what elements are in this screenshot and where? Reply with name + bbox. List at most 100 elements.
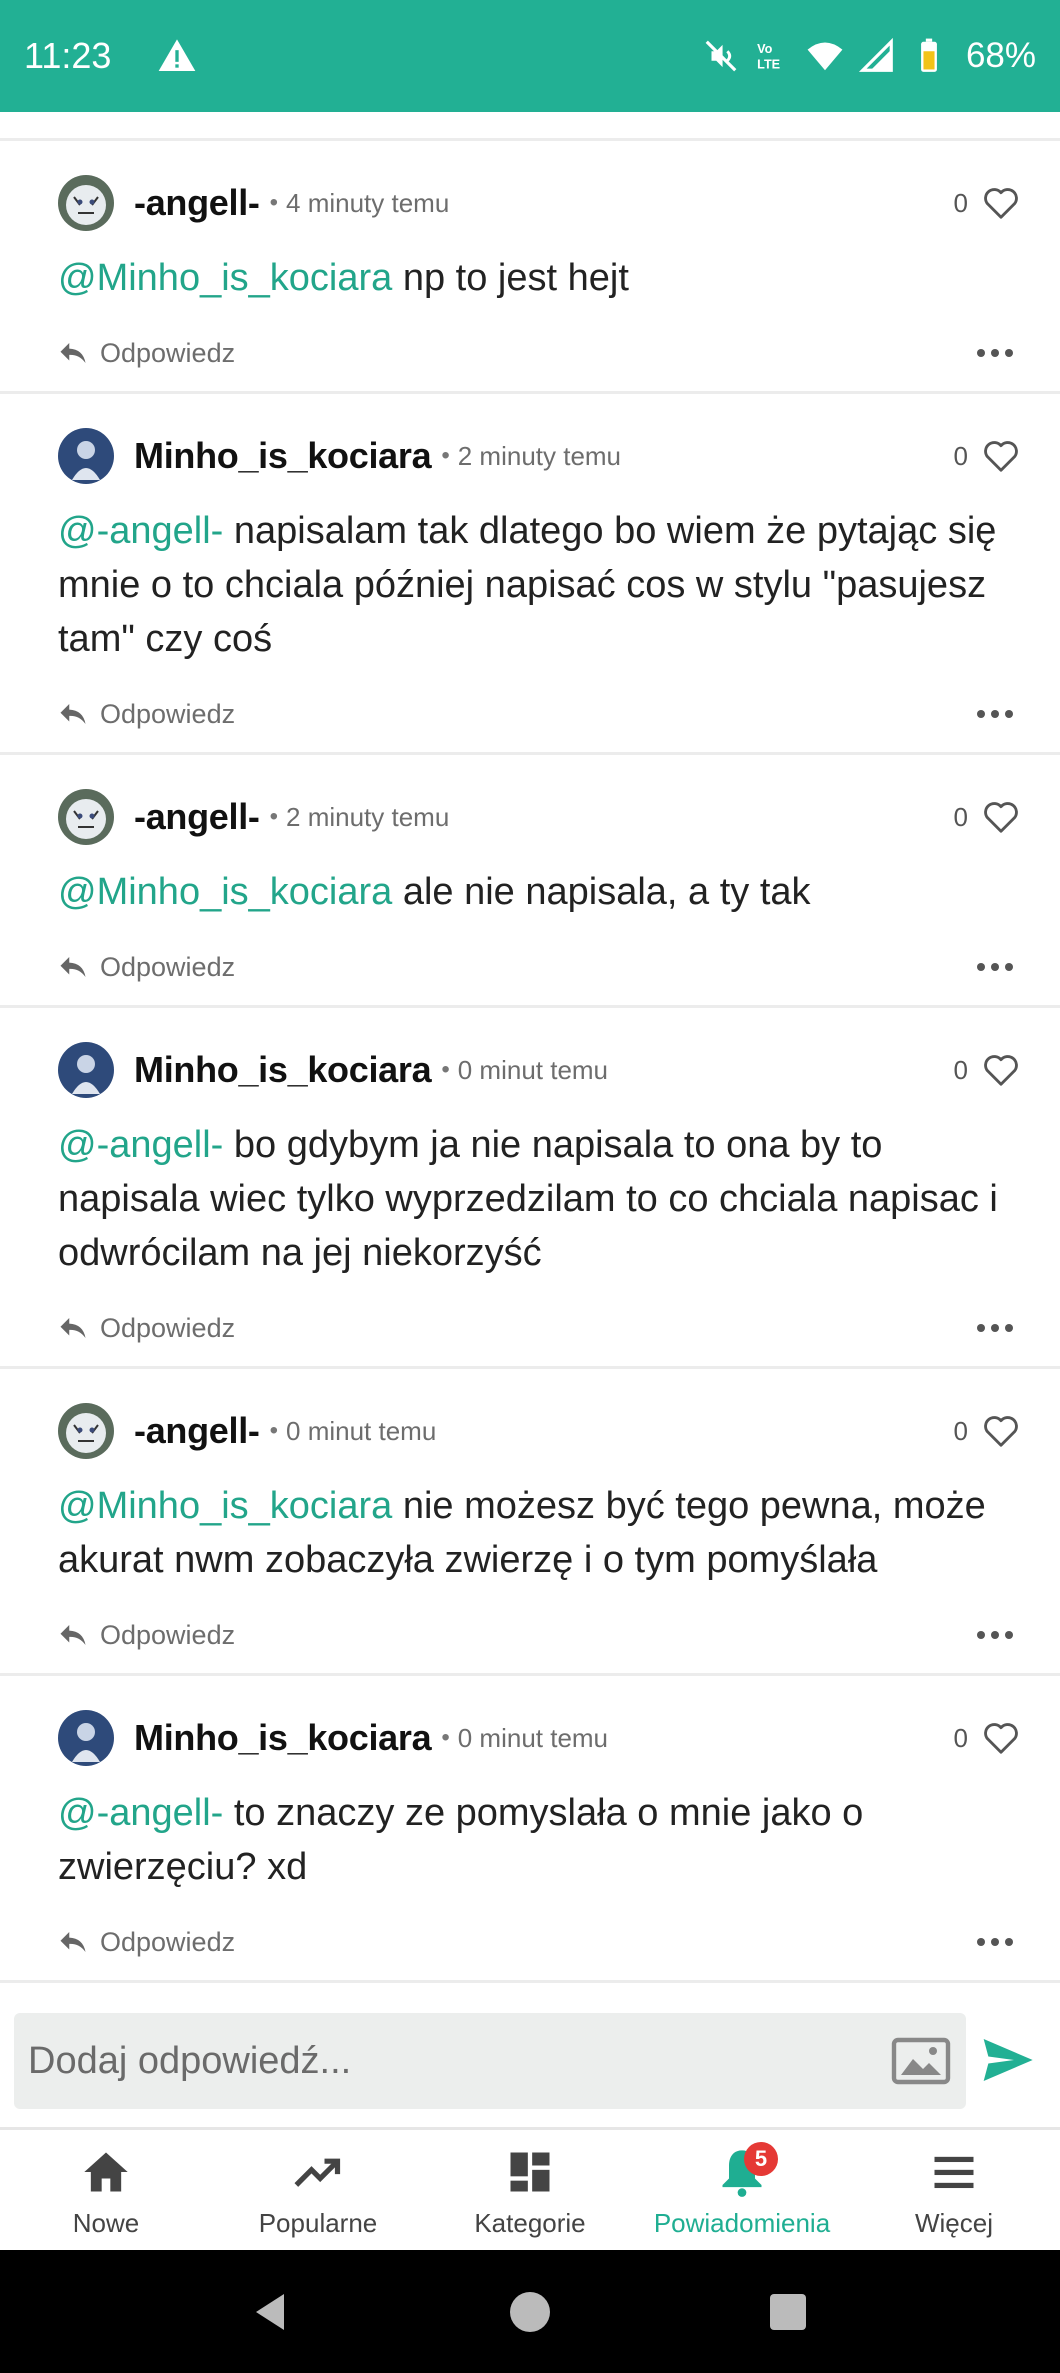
battery-icon bbox=[921, 38, 937, 72]
home-circle-icon[interactable] bbox=[506, 2288, 554, 2336]
comment-text: @-angell- napisalam tak dlatego bo wiem … bbox=[58, 510, 997, 660]
nav-item-kategorie[interactable]: Kategorie bbox=[424, 2130, 636, 2249]
nav-label: Powiadomienia bbox=[653, 2208, 831, 2238]
reply-icon[interactable] bbox=[58, 1315, 88, 1341]
comment-time: 0 minut temu bbox=[457, 1722, 609, 1753]
figure-avatar[interactable] bbox=[58, 428, 114, 484]
comment-text: @Minho_is_kociara np to jest hejt bbox=[58, 257, 629, 299]
separator-dot: • bbox=[269, 803, 279, 830]
comment: -angell- • 4 minuty temu 0 @Minho_is_koc… bbox=[0, 141, 1060, 394]
figure-avatar[interactable] bbox=[58, 1042, 114, 1098]
comment-author[interactable]: -angell- bbox=[134, 796, 260, 838]
mention-link[interactable]: @Minho_is_kociara bbox=[58, 257, 392, 299]
comment-time: 4 minuty temu bbox=[286, 187, 450, 218]
mention-link[interactable]: @Minho_is_kociara bbox=[58, 1485, 392, 1527]
reply-button[interactable]: Odpowiedz bbox=[100, 338, 235, 369]
categories-icon bbox=[510, 2152, 550, 2192]
nav-item-powiadomienia[interactable]: 5 Powiadomienia bbox=[636, 2130, 848, 2249]
reply-input[interactable] bbox=[28, 2039, 890, 2083]
like-button[interactable]: 0 bbox=[954, 185, 1020, 221]
like-count: 0 bbox=[953, 187, 968, 218]
figure-avatar[interactable] bbox=[58, 1710, 114, 1766]
comment: -angell- • 0 minut temu 0 @Minho_is_koci… bbox=[0, 1369, 1060, 1676]
separator-dot: • bbox=[269, 189, 279, 216]
warning-icon bbox=[159, 39, 196, 71]
more-options-icon[interactable] bbox=[976, 1323, 1014, 1333]
reply-button[interactable]: Odpowiedz bbox=[100, 952, 235, 983]
reply-button[interactable]: Odpowiedz bbox=[100, 699, 235, 730]
nav-item-popularne[interactable]: Popularne bbox=[212, 2130, 424, 2249]
status-time: 11:23 bbox=[24, 35, 112, 76]
like-count: 0 bbox=[953, 1054, 968, 1085]
like-count: 0 bbox=[953, 440, 968, 471]
more-options-icon[interactable] bbox=[976, 962, 1014, 972]
nav-label: Nowe bbox=[72, 2208, 140, 2238]
tiger-avatar[interactable] bbox=[58, 1403, 114, 1459]
heart-icon bbox=[984, 802, 1018, 833]
mention-link[interactable]: @-angell- bbox=[58, 510, 223, 552]
nav-label: Popularne bbox=[258, 2208, 378, 2238]
signal-icon bbox=[858, 37, 893, 72]
tiger-avatar[interactable] bbox=[58, 789, 114, 845]
comment-author[interactable]: -angell- bbox=[134, 1410, 260, 1452]
wifi-icon bbox=[807, 42, 843, 71]
svg-text:Vo: Vo bbox=[757, 42, 773, 56]
back-icon[interactable] bbox=[248, 2288, 296, 2336]
like-count: 0 bbox=[953, 1722, 968, 1753]
separator-dot: • bbox=[441, 442, 450, 469]
comment-text: @Minho_is_kociara ale nie napisala, a ty… bbox=[58, 871, 811, 913]
like-button[interactable]: 0 bbox=[954, 438, 1020, 474]
mention-link[interactable]: @Minho_is_kociara bbox=[58, 871, 392, 913]
comment-author[interactable]: Minho_is_kociara bbox=[134, 1717, 432, 1759]
volte-icon: Vo LTE bbox=[757, 42, 780, 72]
nav-item-nowe[interactable]: Nowe bbox=[0, 2130, 212, 2249]
tiger-avatar[interactable] bbox=[58, 175, 114, 231]
image-icon[interactable] bbox=[890, 2037, 952, 2085]
reply-icon[interactable] bbox=[58, 954, 88, 980]
recents-icon[interactable] bbox=[764, 2288, 812, 2336]
comment-author[interactable]: Minho_is_kociara bbox=[134, 1049, 432, 1091]
like-button[interactable]: 0 bbox=[954, 799, 1020, 835]
more-options-icon[interactable] bbox=[976, 1937, 1014, 1947]
comment-author[interactable]: -angell- bbox=[134, 182, 260, 224]
reply-button[interactable]: Odpowiedz bbox=[100, 1313, 235, 1344]
send-icon[interactable] bbox=[978, 2032, 1036, 2088]
reply-icon[interactable] bbox=[58, 701, 88, 727]
comment-author[interactable]: Minho_is_kociara bbox=[134, 435, 432, 477]
mention-link[interactable]: @-angell- bbox=[58, 1792, 223, 1834]
heart-icon bbox=[984, 1723, 1018, 1754]
comment: Minho_is_kociara • 0 minut temu 0 @-ange… bbox=[0, 1676, 1060, 1983]
more-options-icon[interactable] bbox=[976, 348, 1014, 358]
nav-item-wiecej[interactable]: Więcej bbox=[848, 2130, 1060, 2249]
more-options-icon[interactable] bbox=[976, 709, 1014, 719]
separator-dot: • bbox=[441, 1724, 450, 1751]
svg-text:LTE: LTE bbox=[757, 58, 780, 72]
comment-text: @-angell- bo gdybym ja nie napisala to o… bbox=[58, 1124, 998, 1274]
like-count: 0 bbox=[953, 801, 968, 832]
mention-link[interactable]: @-angell- bbox=[58, 1124, 223, 1166]
comment: -angell- • 2 minuty temu 0 @Minho_is_koc… bbox=[0, 755, 1060, 1008]
comment-time: 0 minut temu bbox=[286, 1415, 437, 1446]
home-icon bbox=[84, 2152, 128, 2192]
like-button[interactable]: 0 bbox=[954, 1413, 1020, 1449]
separator-dot: • bbox=[269, 1417, 279, 1444]
more-options-icon[interactable] bbox=[976, 1630, 1014, 1640]
trending-icon bbox=[294, 2158, 341, 2187]
heart-icon bbox=[984, 1416, 1018, 1447]
reply-icon[interactable] bbox=[58, 340, 88, 366]
like-button[interactable]: 0 bbox=[954, 1052, 1020, 1088]
reply-icon[interactable] bbox=[58, 1622, 88, 1648]
like-count: 0 bbox=[953, 1415, 968, 1446]
reply-icon[interactable] bbox=[58, 1929, 88, 1955]
comment-text: @Minho_is_kociara nie możesz być tego pe… bbox=[58, 1485, 986, 1581]
notification-badge: 5 bbox=[744, 2142, 778, 2176]
reply-button[interactable]: Odpowiedz bbox=[100, 1927, 235, 1958]
heart-icon bbox=[984, 188, 1018, 219]
comment: Minho_is_kociara • 0 minut temu 0 @-ange… bbox=[0, 1008, 1060, 1369]
nav-label: Kategorie bbox=[474, 2208, 586, 2238]
comment-time: 2 minuty temu bbox=[286, 801, 450, 832]
reply-button[interactable]: Odpowiedz bbox=[100, 1620, 235, 1651]
mute-icon bbox=[705, 40, 737, 72]
like-button[interactable]: 0 bbox=[954, 1720, 1020, 1756]
separator-dot: • bbox=[441, 1056, 450, 1083]
